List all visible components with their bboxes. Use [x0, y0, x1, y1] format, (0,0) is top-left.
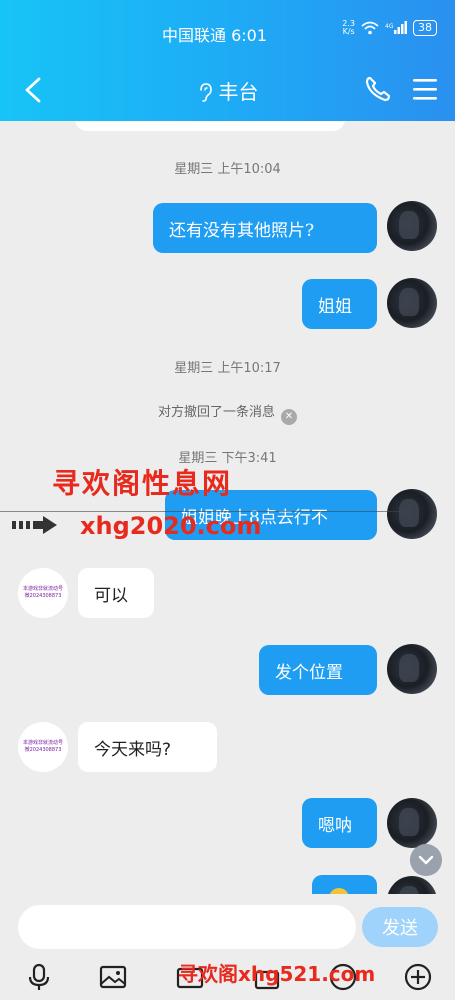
arrow-right-icon	[12, 516, 57, 534]
message-bubble-received[interactable]: 可以	[78, 568, 154, 618]
scroll-down-icon[interactable]	[410, 844, 442, 876]
my-avatar[interactable]	[387, 644, 437, 694]
svg-text:4G: 4G	[385, 23, 394, 30]
ear-icon	[199, 83, 212, 102]
microphone-icon[interactable]	[24, 962, 54, 992]
wifi-icon	[361, 21, 379, 35]
message-bubble-sent[interactable]: 嗯呐	[302, 798, 377, 848]
header: 中国联通 6:01 2.3 K/s 4G 38 丰台	[0, 0, 455, 121]
message-bubble-sent[interactable]: 还有没有其他照片?	[153, 203, 377, 253]
battery-icon: 38	[413, 20, 437, 36]
contact-avatar[interactable]: 本游戏非就流动号 微2024308873	[18, 568, 68, 618]
input-bar: 发送	[0, 894, 455, 954]
status-bar: 中国联通 6:01 2.3 K/s 4G 38	[0, 0, 455, 60]
status-icons: 2.3 K/s 4G 38	[342, 20, 437, 36]
recall-text: 对方撤回了一条消息	[157, 405, 275, 420]
nav-bar: 丰台	[0, 60, 455, 120]
previous-message-card	[75, 121, 345, 131]
my-avatar[interactable]	[387, 278, 437, 328]
timestamp: 星期三 上午10:04	[174, 162, 281, 177]
contact-avatar[interactable]: 本游戏非就流动号 微2024308873	[18, 722, 68, 772]
close-icon[interactable]: ✕	[281, 409, 297, 425]
emoji-icon	[329, 888, 349, 894]
image-icon[interactable]	[98, 962, 128, 992]
signal-icon: 4G	[385, 21, 407, 34]
plus-icon[interactable]	[403, 962, 433, 992]
message-bubble-sent[interactable]: 姐姐	[302, 279, 377, 329]
recall-notice: 对方撤回了一条消息 ✕	[0, 401, 455, 425]
my-avatar[interactable]	[387, 798, 437, 848]
phone-call-icon[interactable]	[363, 74, 393, 104]
watermark-url: xhg2020.com	[80, 512, 262, 540]
my-avatar[interactable]	[387, 876, 437, 894]
message-bubble-sent[interactable]	[312, 875, 377, 894]
timestamp: 星期三 上午10:17	[174, 361, 281, 376]
watermark-text: 寻欢阁性息网	[52, 467, 233, 500]
contact-name: 丰台	[218, 80, 259, 104]
send-button[interactable]: 发送	[362, 907, 438, 947]
message-bubble-sent[interactable]: 发个位置	[259, 645, 377, 695]
network-speed: 2.3 K/s	[342, 19, 355, 36]
my-avatar[interactable]	[387, 201, 437, 251]
my-avatar[interactable]	[387, 489, 437, 539]
menu-icon[interactable]	[411, 76, 439, 102]
carrier-time: 中国联通 6:01	[162, 26, 268, 45]
message-bubble-received[interactable]: 今天来吗?	[78, 722, 217, 772]
message-input[interactable]	[18, 905, 356, 949]
watermark-footer: 寻欢阁xhg521.com	[178, 962, 376, 986]
chat-area[interactable]: 星期三 上午10:04 还有没有其他照片? 姐姐 星期三 上午10:17 对方撤…	[0, 121, 455, 894]
